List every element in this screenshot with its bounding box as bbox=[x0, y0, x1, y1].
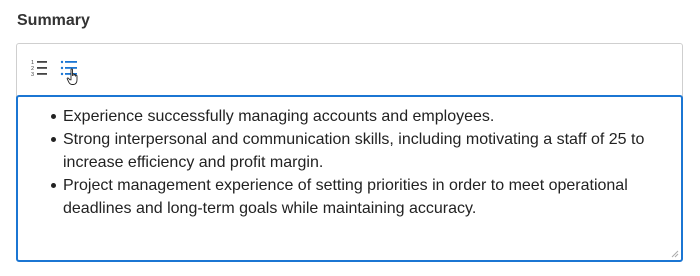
numbered-list-icon: 1 2 3 bbox=[31, 60, 47, 78]
summary-rich-text-editor[interactable]: 1 2 3 Experience successfully managing a… bbox=[16, 43, 683, 262]
list-item: Project management experience of setting… bbox=[51, 174, 669, 220]
summary-label: Summary bbox=[17, 12, 90, 29]
resize-handle-icon[interactable] bbox=[670, 249, 679, 258]
editor-content-area[interactable]: Experience successfully managing account… bbox=[16, 95, 683, 262]
numbered-list-button[interactable]: 1 2 3 bbox=[29, 58, 51, 80]
hand-pointer-icon bbox=[66, 68, 78, 85]
summary-bullet-list: Experience successfully managing account… bbox=[18, 105, 669, 220]
editor-toolbar: 1 2 3 bbox=[17, 44, 682, 94]
list-item: Experience successfully managing account… bbox=[51, 105, 669, 128]
svg-text:3: 3 bbox=[31, 72, 34, 78]
list-item: Strong interpersonal and communication s… bbox=[51, 128, 669, 174]
bulleted-list-button[interactable] bbox=[59, 58, 81, 85]
